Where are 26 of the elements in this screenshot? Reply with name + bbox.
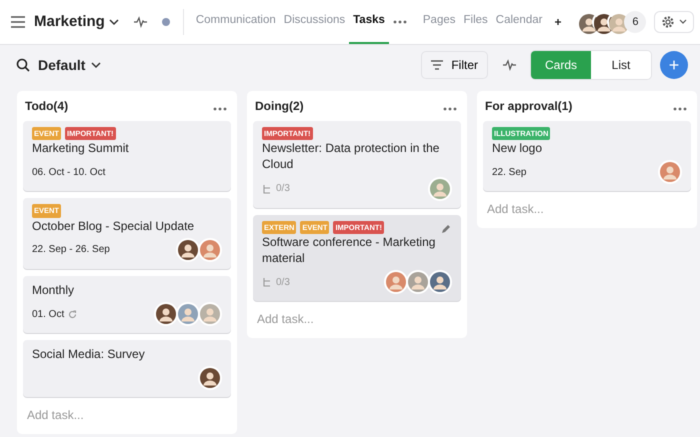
task-title: October Blog - Special Update bbox=[32, 218, 196, 234]
add-tab-button[interactable]: + bbox=[554, 13, 562, 31]
task-date: 22. Sep - 26. Sep bbox=[32, 243, 110, 258]
task-title: Monthly bbox=[32, 282, 76, 298]
view-toggle[interactable]: List bbox=[591, 51, 651, 79]
task-card[interactable]: Social Media: Survey bbox=[23, 340, 231, 398]
column-title: For approval(1) bbox=[484, 98, 574, 115]
task-title: Marketing Summit bbox=[32, 140, 130, 156]
subtask-count: 0/3 bbox=[276, 182, 290, 196]
nav-tab[interactable]: Tasks bbox=[349, 0, 389, 44]
task-date: 06. Oct - 10. Oct bbox=[32, 166, 106, 180]
subtask-count: 0/3 bbox=[276, 276, 290, 290]
task-date: 22. Sep bbox=[492, 166, 526, 180]
task-title: Social Media: Survey bbox=[32, 346, 146, 362]
member-count[interactable]: 6 bbox=[624, 11, 646, 33]
workspace-title[interactable]: Marketing bbox=[34, 10, 105, 34]
column-title: Todo(4) bbox=[24, 98, 70, 115]
task-card[interactable]: Monthly 01. Oct bbox=[23, 276, 231, 334]
task-title: New logo bbox=[492, 140, 544, 156]
add-button[interactable]: + bbox=[660, 51, 688, 79]
column-title: Doing(2) bbox=[254, 98, 305, 115]
task-title: Newsletter: Data protection in the Cloud bbox=[262, 140, 440, 173]
view-name[interactable]: Default bbox=[38, 54, 86, 76]
filter-button[interactable]: Filter bbox=[421, 51, 488, 79]
task-title: Software conference - Marketing material bbox=[262, 234, 436, 266]
task-date: 01. Oct bbox=[32, 308, 64, 322]
